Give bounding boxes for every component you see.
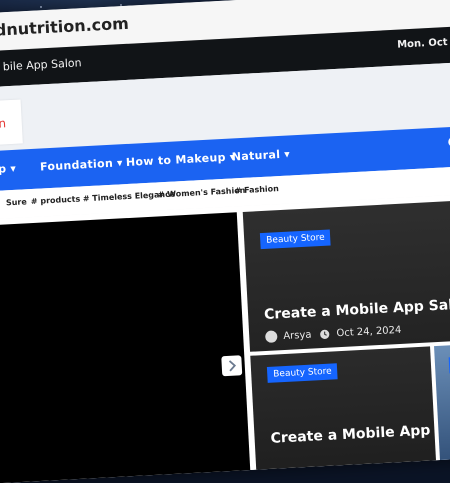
post-title[interactable]: Create a Mobile App: [270, 422, 431, 446]
tag-link[interactable]: # Women's Fashion: [157, 186, 245, 200]
category-badge[interactable]: Beauty Store: [259, 229, 332, 250]
nav-item-partial[interactable]: p ▼: [0, 162, 17, 175]
post-meta: Arsya Oct 24, 2024: [264, 324, 402, 343]
post-card[interactable]: Be Sh Ma: [434, 343, 450, 476]
tag-link[interactable]: # products: [31, 194, 81, 206]
featured-section: Beauty Store Create a Mobile App Salon A…: [0, 191, 450, 483]
caret-down-icon: ▼: [10, 164, 17, 174]
post-card[interactable]: Beauty Store Create a Mobile App Salon A…: [242, 199, 450, 352]
current-date: Mon. Oct 28: [396, 36, 450, 51]
category-badge[interactable]: Beauty Store: [266, 363, 339, 383]
caret-down-icon: ▼: [284, 150, 291, 159]
news-ticker[interactable]: bile App Salon: [2, 56, 81, 73]
caret-down-icon: ▼: [116, 159, 123, 168]
clock-icon: [320, 329, 330, 339]
author-name[interactable]: Arsya: [283, 330, 312, 342]
nav-item-natural[interactable]: Natural ▼: [232, 147, 291, 164]
slider-next-button[interactable]: [221, 355, 243, 377]
tag-link[interactable]: Sure: [6, 197, 27, 207]
avatar: [264, 330, 278, 343]
post-card[interactable]: Beauty Store Create a Mobile App: [250, 346, 437, 483]
browser-window: dnutrition.com bile App Salon Mon. Oct 2…: [0, 0, 450, 483]
nav-item-foundation[interactable]: Foundation ▼: [40, 156, 123, 174]
post-date: Oct 24, 2024: [336, 324, 402, 340]
post-title[interactable]: Create a Mobile App Salon: [264, 296, 450, 323]
tag-link[interactable]: # Fashion: [234, 184, 279, 195]
logo-text: ion: [0, 116, 7, 132]
nav-item-how-to-makeup[interactable]: How to Makeup ▼: [126, 150, 236, 169]
chevron-right-icon: [228, 360, 237, 372]
url-text[interactable]: dnutrition.com: [0, 14, 129, 40]
site-logo[interactable]: ion: [0, 99, 23, 146]
main-slider[interactable]: [0, 212, 251, 483]
